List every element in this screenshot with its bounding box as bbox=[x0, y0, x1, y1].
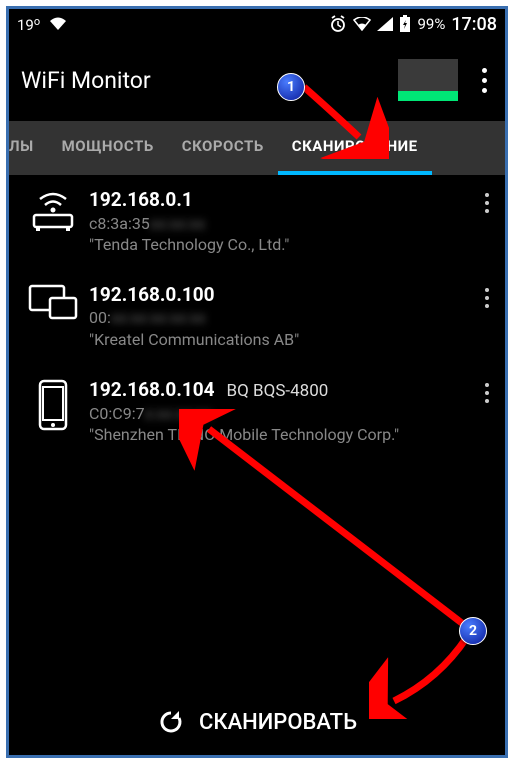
device-ip: 192.168.0.104BQ BQS-4800 bbox=[89, 377, 479, 403]
router-icon bbox=[17, 187, 89, 233]
app-bar: WiFi Monitor bbox=[9, 39, 505, 121]
device-list: 192.168.0.1 c8:3a:35xx:xx:xx "Tenda Tech… bbox=[9, 175, 505, 460]
device-mac: 00:xx:xx:xx:xx:xx bbox=[89, 307, 479, 329]
tab-speed[interactable]: СКОРОСТЬ bbox=[168, 121, 278, 175]
device-menu-button[interactable] bbox=[479, 282, 495, 308]
device-row[interactable]: 192.168.0.1 c8:3a:35xx:xx:xx "Tenda Tech… bbox=[9, 175, 505, 270]
app-title: WiFi Monitor bbox=[21, 67, 151, 94]
tab-bar: ЛЫ МОЩНОСТЬ СКОРОСТЬ СКАНИРОВАНИЕ bbox=[9, 121, 505, 175]
device-mac: C0:C9:7x:xx:xx:xx bbox=[89, 403, 479, 425]
signal-indicator[interactable] bbox=[398, 59, 458, 101]
temperature: 19o bbox=[17, 15, 40, 34]
overflow-menu-button[interactable] bbox=[476, 68, 493, 93]
device-ip: 192.168.0.1 bbox=[89, 187, 479, 213]
device-menu-button[interactable] bbox=[479, 377, 495, 403]
device-vendor: "Kreatel Communications AB" bbox=[89, 329, 479, 351]
battery-icon bbox=[399, 15, 411, 33]
device-ip: 192.168.0.100 bbox=[89, 282, 479, 308]
annotation-badge-1: 1 bbox=[277, 73, 305, 101]
battery-percent: 99% bbox=[417, 15, 445, 33]
device-mac: c8:3a:35xx:xx:xx bbox=[89, 213, 479, 235]
annotation-badge-2: 2 bbox=[459, 617, 487, 645]
wifi-signal-icon bbox=[353, 17, 371, 31]
device-row[interactable]: 192.168.0.104BQ BQS-4800 C0:C9:7x:xx:xx:… bbox=[9, 365, 505, 460]
cell-signal-icon bbox=[377, 17, 393, 31]
device-vendor: "Tenda Technology Co., Ltd." bbox=[89, 234, 479, 256]
alarm-icon bbox=[329, 15, 347, 33]
device-row[interactable]: 192.168.0.100 00:xx:xx:xx:xx:xx "Kreatel… bbox=[9, 270, 505, 365]
clock: 17:08 bbox=[451, 14, 497, 35]
tab-power[interactable]: МОЩНОСТЬ bbox=[48, 121, 168, 175]
device-vendor: "Shenzhen TINNO Mobile Technology Corp." bbox=[89, 424, 479, 446]
phone-icon bbox=[17, 377, 89, 433]
desktop-icon bbox=[17, 282, 89, 324]
tab-channels-partial[interactable]: ЛЫ bbox=[9, 121, 48, 175]
status-bar: 19o 99% 17:08 bbox=[9, 9, 505, 39]
scan-button-label: СКАНИРОВАТЬ bbox=[199, 710, 357, 735]
tab-scanning[interactable]: СКАНИРОВАНИЕ bbox=[278, 121, 432, 175]
wifi-status-icon bbox=[48, 16, 68, 32]
refresh-icon bbox=[157, 708, 185, 736]
scan-button[interactable]: СКАНИРОВАТЬ bbox=[9, 689, 505, 755]
device-menu-button[interactable] bbox=[479, 187, 495, 213]
